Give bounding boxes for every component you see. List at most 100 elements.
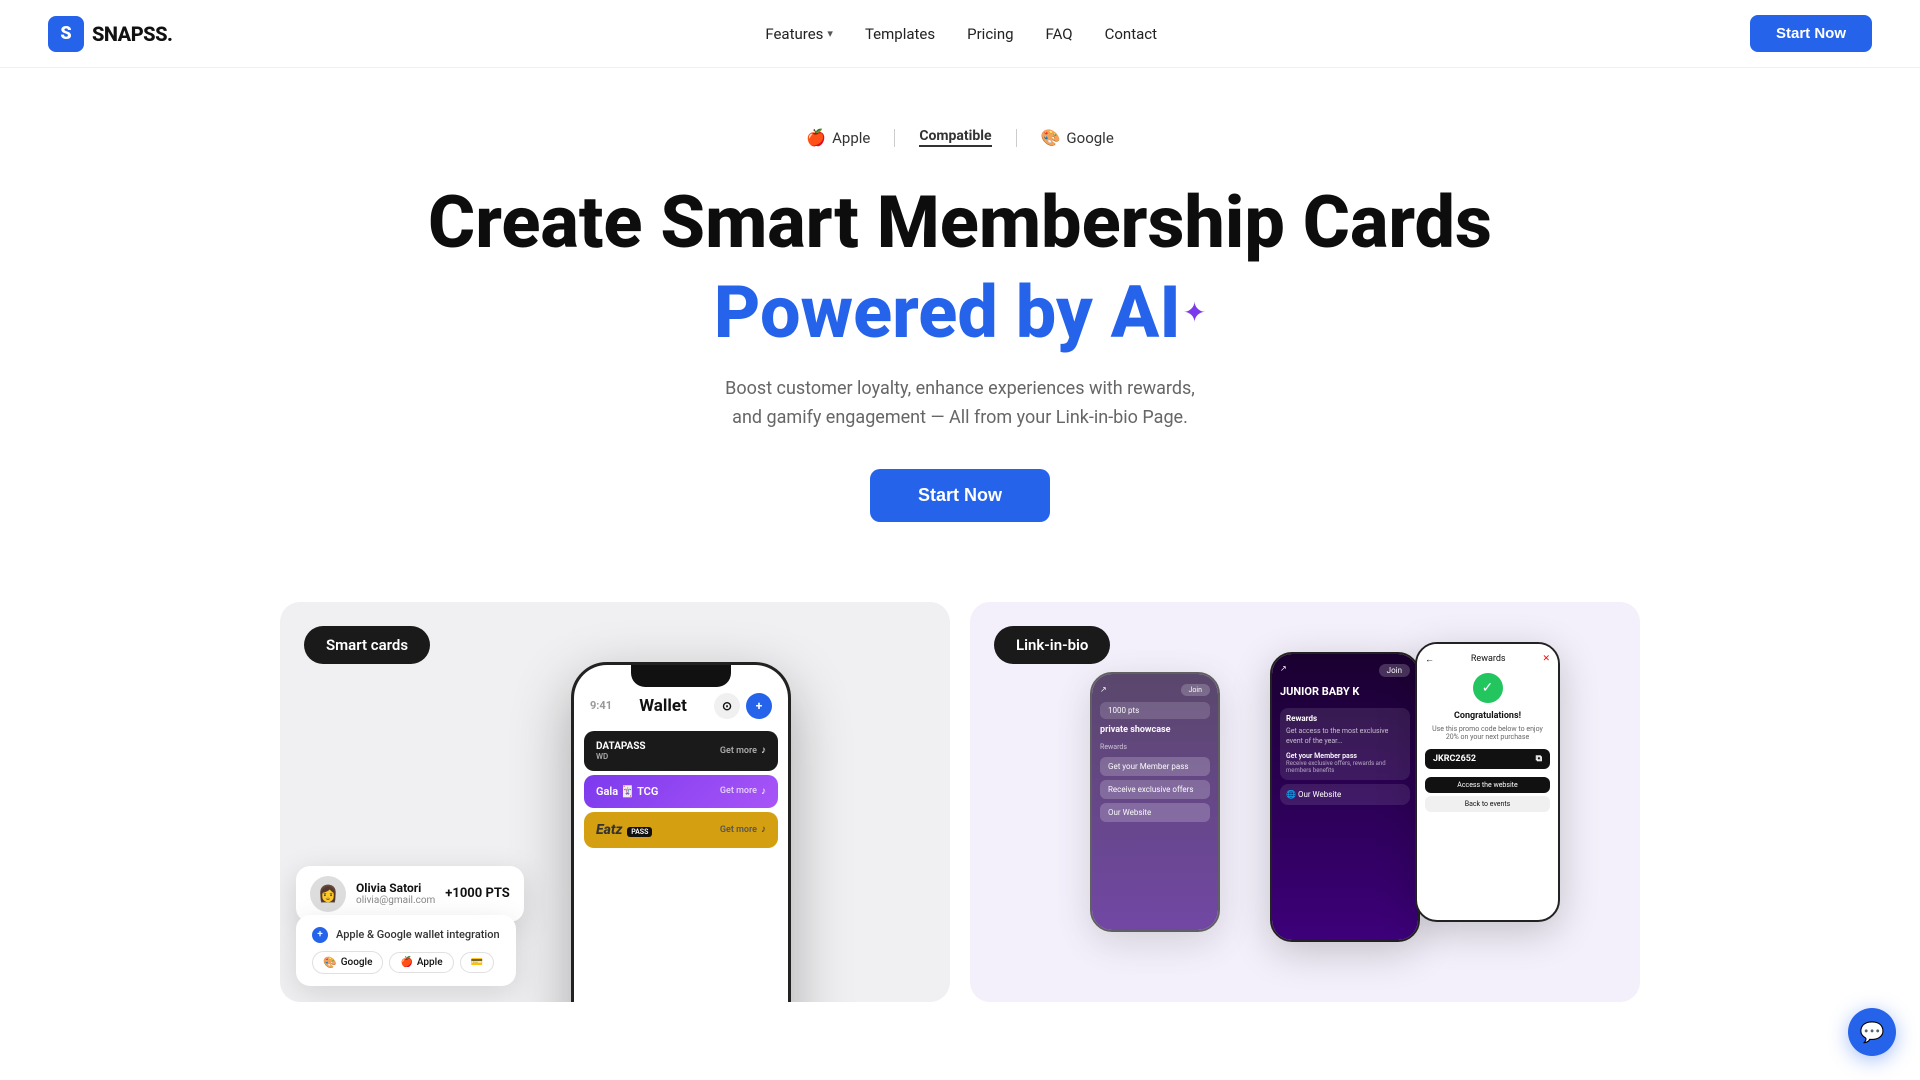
hero-title-ai-line: Powered by AI ✦	[20, 270, 1900, 355]
float-user-card: 👩 Olivia Satori olivia@gmail.com +1000 P…	[296, 866, 524, 922]
music-icon-3: ♪	[761, 824, 766, 835]
phone-bio-1: ↗ Join 1000 pts private showcase Rewards…	[1090, 672, 1220, 932]
hero-section: 🍎 Apple Compatible 🎨 Google Create Smart…	[0, 68, 1920, 562]
nav-pricing[interactable]: Pricing	[967, 25, 1013, 43]
wallet-time: 9:41	[590, 699, 612, 712]
chat-icon: 💬	[1860, 1020, 1885, 1044]
smart-cards-panel: Smart cards 9:41 Wallet ⊙ +	[280, 602, 950, 1002]
nav-faq[interactable]: FAQ	[1046, 25, 1073, 43]
chevron-down-icon: ▾	[827, 27, 833, 40]
hero-start-now-button[interactable]: Start Now	[870, 469, 1050, 522]
nav-features[interactable]: Features ▾	[765, 25, 833, 43]
card-badge: 💳	[460, 952, 494, 973]
apple-icon: 🍎	[806, 128, 826, 147]
divider	[894, 129, 895, 147]
share-icon: ↗	[1100, 685, 1107, 694]
phone-bio-3: ← Rewards ✕ ✓ Congratulations! Use this …	[1415, 642, 1560, 922]
rewards-label: Rewards	[1100, 743, 1210, 751]
sparkle-icon: ✦	[1183, 296, 1206, 329]
website-row: 🌐 Our Website	[1280, 784, 1410, 805]
link-in-bio-panel: Link-in-bio ↗ Join 1000 pts private show…	[970, 602, 1640, 1002]
member-pass-btn: Get your Member pass	[1100, 757, 1210, 776]
phone-mockup-wallet: 9:41 Wallet ⊙ + DATAPASS WD	[571, 662, 791, 1002]
wallet-card-tcg-link: Get more	[720, 786, 757, 796]
wallet-int-label: Apple & Google wallet integration	[336, 928, 500, 941]
smart-cards-label: Smart cards	[304, 626, 430, 664]
phone-bio-1-screen: ↗ Join 1000 pts private showcase Rewards…	[1092, 674, 1218, 930]
nav-contact[interactable]: Contact	[1105, 25, 1157, 43]
showcase-title: private showcase	[1100, 725, 1210, 735]
music-icon: ♪	[761, 745, 766, 756]
apple-badge-icon: 🍎	[400, 957, 412, 968]
wallet-eatz-name: Eatz	[596, 822, 622, 838]
card-icon: 💳	[471, 957, 483, 968]
wallet-card-eatz: Eatz PASS Get more ♪	[584, 812, 778, 848]
wallet-card-tcg: Gala 🃏 TCG Get more ♪	[584, 775, 778, 808]
wallet-icon-2[interactable]: +	[746, 693, 772, 719]
hero-title-line1: Create Smart Membership Cards	[20, 183, 1900, 262]
back-events-btn[interactable]: Back to events	[1425, 796, 1550, 812]
nav-links: Features ▾ Templates Pricing FAQ Contact	[765, 25, 1157, 43]
apple-compat: 🍎 Apple	[806, 128, 870, 147]
phone-notch	[631, 665, 731, 687]
wallet-icon-1[interactable]: ⊙	[714, 693, 740, 719]
congrats-screen: ← Rewards ✕ ✓ Congratulations! Use this …	[1417, 644, 1558, 825]
google-icon: 🎨	[1041, 128, 1061, 147]
navbar: S SNAPSS. Features ▾ Templates Pricing F…	[0, 0, 1920, 68]
join-btn-2: Join	[1379, 664, 1410, 677]
wallet-card-link: Get more	[720, 746, 757, 756]
user-name: Olivia Satori	[356, 881, 435, 895]
website-btn: Our Website	[1100, 803, 1210, 822]
offers-btn: Receive exclusive offers	[1100, 780, 1210, 799]
wallet-eatz-pass: PASS	[627, 827, 652, 837]
phone-bio-3-screen: ← Rewards ✕ ✓ Congratulations! Use this …	[1417, 644, 1558, 920]
brand-name: JUNIOR BABY K	[1280, 685, 1410, 698]
hero-subtitle: Boost customer loyalty, enhance experien…	[720, 375, 1200, 433]
rewards-text: Get access to the most exclusive event o…	[1286, 727, 1404, 747]
phone-screen: 9:41 Wallet ⊙ + DATAPASS WD	[574, 665, 788, 1002]
plus-icon: +	[312, 927, 328, 943]
share-icon-2: ↗	[1280, 664, 1287, 677]
chat-bubble-button[interactable]: 💬	[1848, 1008, 1896, 1056]
congrats-check-icon: ✓	[1473, 673, 1503, 703]
wallet-card-name: DATAPASS	[596, 741, 646, 752]
link-in-bio-label: Link-in-bio	[994, 626, 1110, 664]
logo-icon: S	[48, 16, 84, 52]
join-btn: Join	[1181, 684, 1210, 696]
apple-badge: 🍎 Apple	[389, 952, 453, 973]
wallet-eatz-link: Get more	[720, 825, 757, 835]
compatible-bar: 🍎 Apple Compatible 🎨 Google	[20, 128, 1900, 147]
logo-text: SNAPSS.	[92, 22, 172, 46]
wallet-card-tcg-name: Gala 🃏 TCG	[596, 785, 658, 798]
nav-start-now-button[interactable]: Start Now	[1750, 15, 1872, 52]
user-avatar: 👩	[310, 876, 346, 912]
copy-icon: ⧉	[1536, 754, 1542, 764]
feature-cards-section: Smart cards 9:41 Wallet ⊙ +	[240, 562, 1680, 1002]
access-website-btn[interactable]: Access the website	[1425, 777, 1550, 793]
compatible-label: Compatible	[919, 128, 991, 147]
pts-badge: 1000 pts	[1100, 702, 1210, 719]
wallet-card-sub: WD	[596, 752, 646, 761]
promo-code: JKRC2652 ⧉	[1425, 749, 1550, 769]
wallet-action-icons: ⊙ +	[714, 693, 772, 719]
rewards-section: Rewards Get access to the most exclusive…	[1280, 708, 1410, 781]
nav-templates[interactable]: Templates	[865, 25, 935, 43]
logo[interactable]: S SNAPSS.	[48, 16, 172, 52]
close-btn: ✕	[1542, 654, 1550, 665]
divider	[1016, 129, 1017, 147]
congrats-title: Congratulations!	[1425, 711, 1550, 721]
congrats-text: Use this promo code below to enjoy 20% o…	[1425, 725, 1550, 741]
google-badge: 🎨 Google	[312, 951, 383, 974]
wallet-int-row: + Apple & Google wallet integration	[312, 927, 500, 943]
wallet-title: Wallet	[639, 696, 687, 716]
phone-bio-2: ↗ Join JUNIOR BABY K Rewards Get access …	[1270, 652, 1420, 942]
wallet-card-datapass: DATAPASS WD Get more ♪	[584, 731, 778, 771]
rewards-tab: Rewards	[1471, 654, 1506, 665]
wallet-integration-card: + Apple & Google wallet integration 🎨 Go…	[296, 915, 516, 986]
user-points: +1000 PTS	[445, 886, 510, 901]
back-btn: ←	[1425, 654, 1434, 665]
google-badge-icon: 🎨	[323, 956, 337, 969]
user-info: Olivia Satori olivia@gmail.com	[356, 881, 435, 906]
member-pass-row: Get your Member pass Receive exclusive o…	[1286, 752, 1404, 774]
hero-title-ai: Powered by AI	[714, 270, 1181, 355]
